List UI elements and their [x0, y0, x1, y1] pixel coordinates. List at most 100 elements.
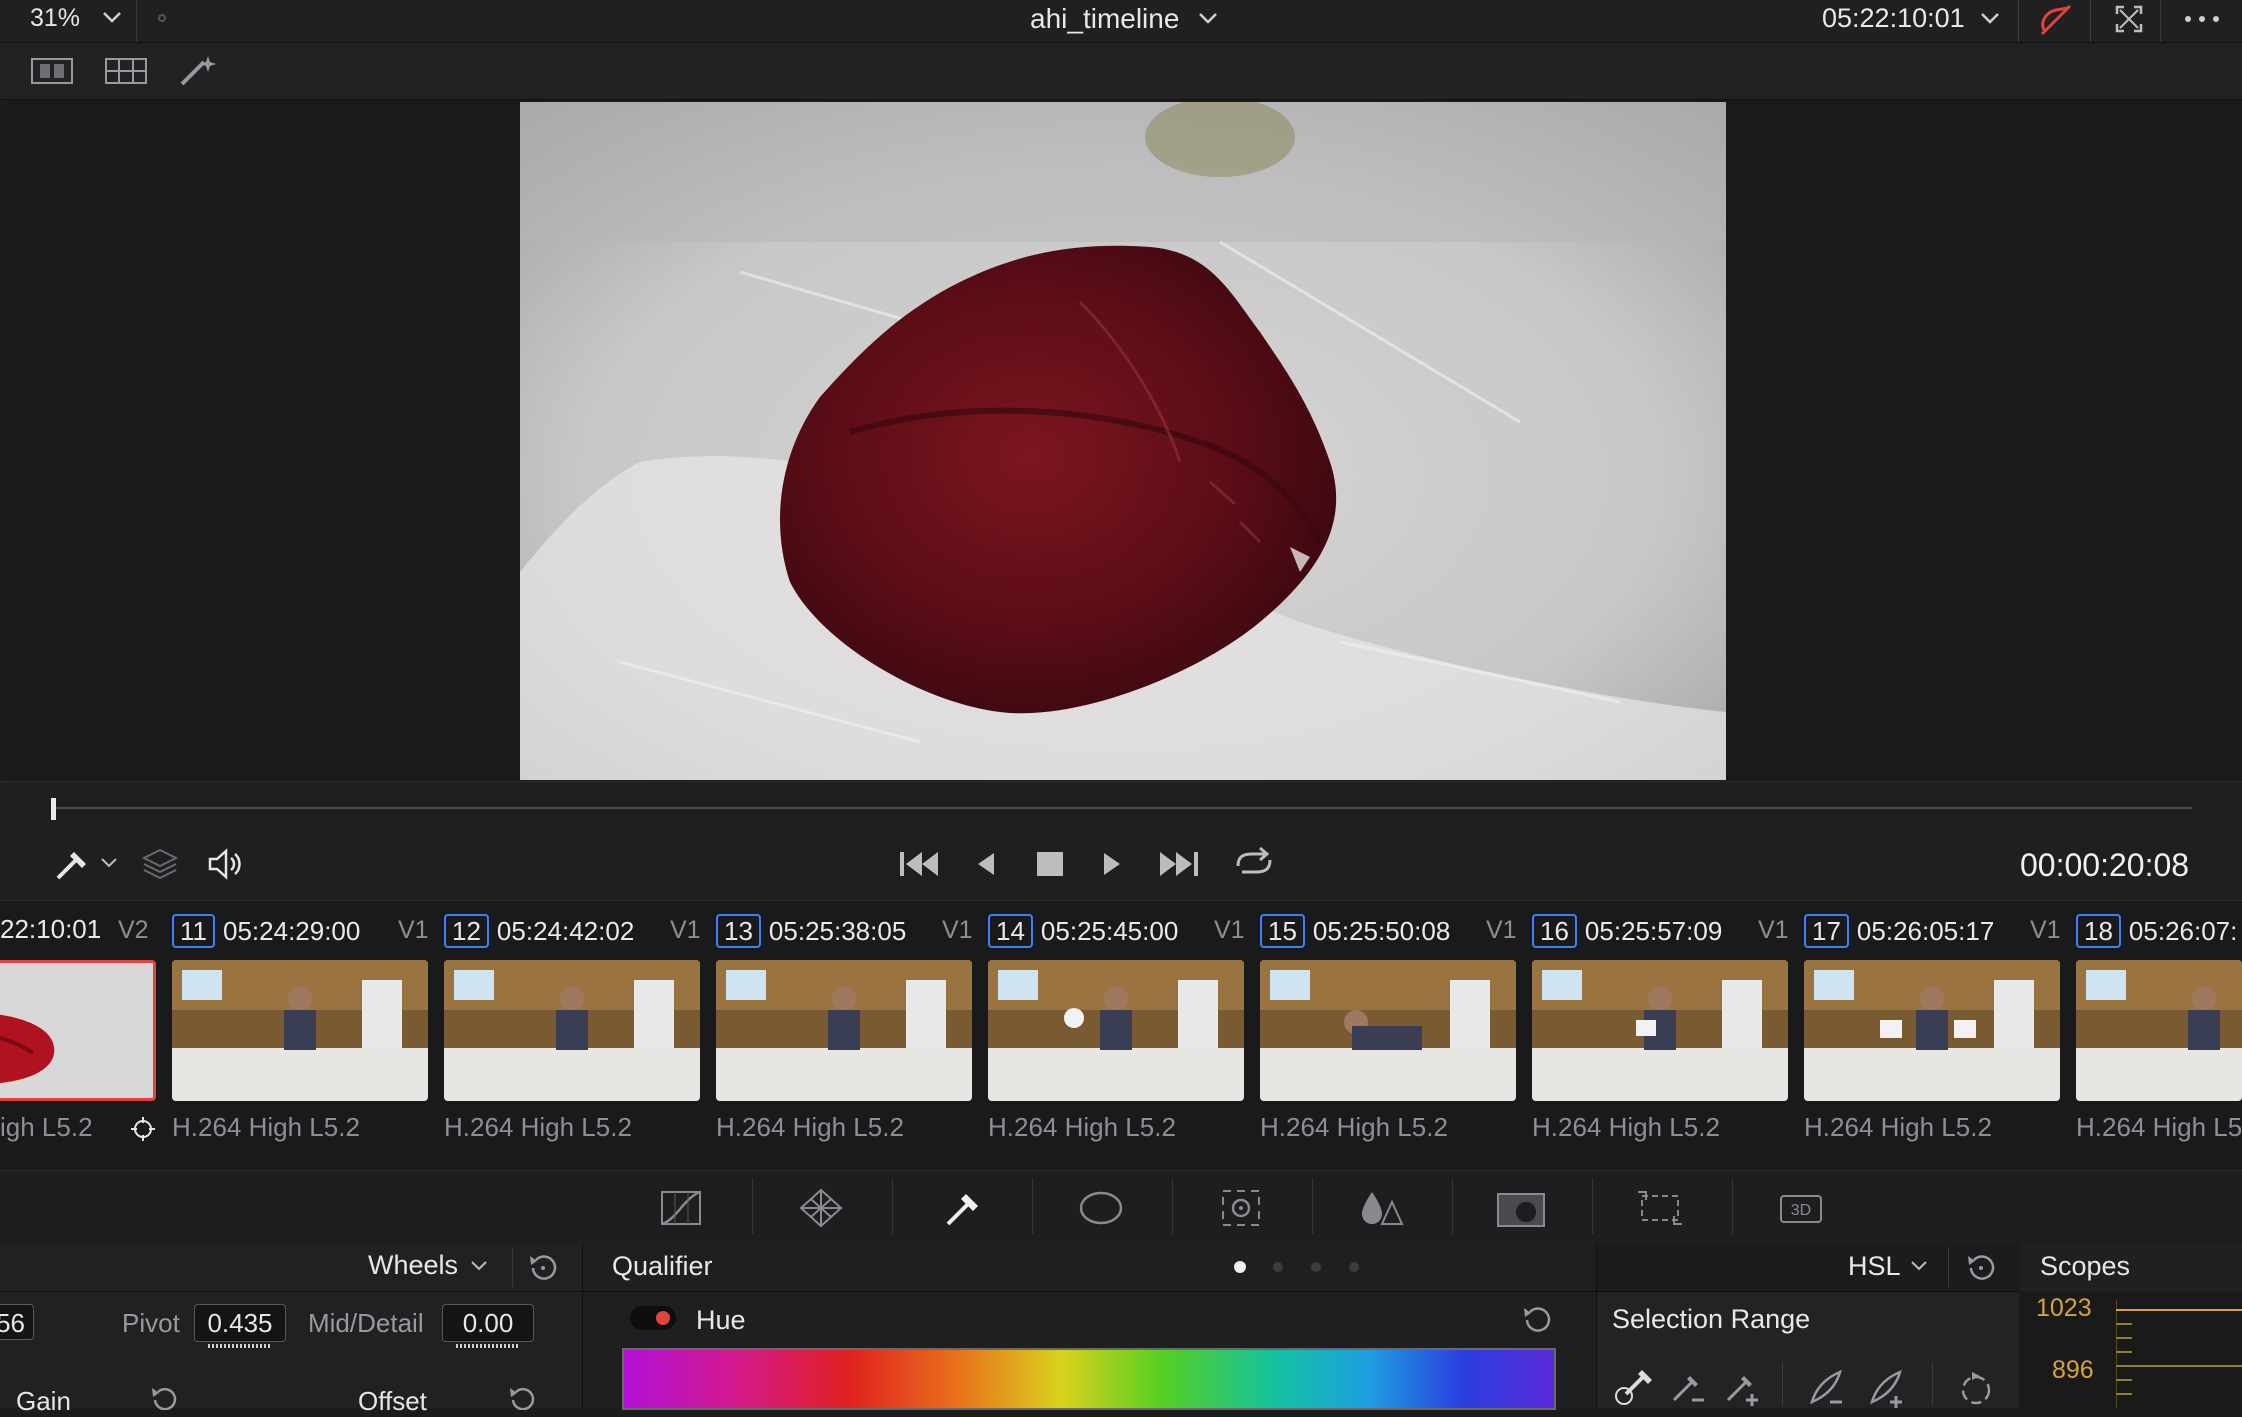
clip-thumbnail[interactable] — [1804, 960, 2060, 1101]
clip-number: 18 — [2076, 914, 2121, 948]
layers-icon[interactable] — [142, 846, 178, 880]
clip-track: V1 — [2030, 916, 2061, 944]
clip-timecode: 22:10:01 — [0, 914, 102, 944]
zoom-level[interactable]: 31% — [30, 4, 80, 33]
divider — [1782, 1362, 1783, 1406]
chevron-down-icon[interactable] — [1910, 1260, 1928, 1272]
clip-codec: H.264 High L5.2 — [172, 1112, 360, 1142]
clip-track: V1 — [398, 916, 429, 944]
tracker-icon[interactable] — [1218, 1188, 1264, 1228]
stop-icon[interactable] — [1036, 851, 1064, 877]
reset-icon[interactable] — [1966, 1252, 1996, 1282]
clip-codec: H.264 High L5.2 — [444, 1112, 632, 1142]
divider — [752, 1178, 753, 1234]
qualifier-eyedropper-icon[interactable] — [940, 1188, 986, 1228]
3d-icon[interactable]: 3D — [1778, 1188, 1824, 1228]
blur-icon[interactable] — [1358, 1188, 1404, 1228]
clip-thumbnail[interactable] — [716, 960, 972, 1101]
partial-value-field[interactable]: 56 — [0, 1304, 34, 1340]
clip-track: V1 — [942, 916, 973, 944]
skip-to-end-icon[interactable] — [1156, 849, 1200, 879]
chevron-down-icon[interactable] — [100, 857, 118, 869]
playhead[interactable] — [51, 798, 56, 820]
scrubber-track[interactable] — [52, 807, 2192, 809]
divider — [2160, 0, 2161, 42]
clip-number: 13 — [716, 914, 761, 948]
loop-icon[interactable] — [1232, 846, 1276, 880]
clip-header[interactable]: 15 05:25:50:08 — [1260, 914, 1450, 950]
clip-codec: H.264 High L5.2 — [716, 1112, 904, 1142]
clip-timecode: 05:25:50:08 — [1312, 916, 1451, 946]
unlink-icon[interactable] — [2036, 2, 2076, 38]
picker-minus-icon[interactable] — [1668, 1366, 1708, 1408]
eyedropper-icon[interactable] — [52, 846, 92, 882]
clip-header[interactable]: 18 05:26:07: — [2076, 914, 2237, 950]
clip-header[interactable]: 12 05:24:42:02 — [444, 914, 634, 950]
clip-thumbnail[interactable] — [1532, 960, 1788, 1101]
clip-header[interactable]: 14 05:25:45:00 — [988, 914, 1178, 950]
qualifier-mode[interactable]: HSL — [1848, 1251, 1901, 1282]
clip-track: V2 — [118, 916, 149, 944]
clip-thumbnail[interactable] — [1260, 960, 1516, 1101]
divider — [1592, 1178, 1593, 1234]
playhead-timecode: 00:00:20:08 — [2020, 847, 2190, 883]
clip-header[interactable]: 16 05:25:57:09 — [1532, 914, 1722, 950]
grid-view-icon[interactable] — [104, 56, 148, 86]
clip-track: V1 — [1486, 916, 1517, 944]
chevron-down-icon[interactable] — [102, 10, 122, 24]
clip-thumbnail[interactable] — [988, 960, 1244, 1101]
play-reverse-icon[interactable] — [974, 851, 998, 877]
more-options-icon[interactable] — [2184, 14, 2220, 24]
color-warper-icon[interactable] — [798, 1188, 844, 1228]
reset-icon[interactable] — [150, 1386, 178, 1410]
picker-icon[interactable] — [1612, 1364, 1656, 1408]
clip-header[interactable]: 13 05:25:38:05 — [716, 914, 906, 950]
scope-graticule — [2116, 1300, 2242, 1408]
clip-header[interactable]: 11 05:24:29:00 — [172, 914, 360, 950]
timecode-display[interactable]: 05:22:10:01 — [1822, 3, 1965, 34]
pivot-field[interactable]: 0.435 — [194, 1304, 286, 1342]
fullscreen-icon[interactable] — [2114, 4, 2144, 34]
chevron-down-icon[interactable] — [470, 1260, 488, 1272]
reset-icon[interactable] — [1522, 1304, 1552, 1334]
invert-icon[interactable] — [1956, 1366, 1996, 1408]
pivot-slider[interactable] — [208, 1344, 270, 1348]
clip-codec: H.264 High L5.2 — [1532, 1112, 1720, 1142]
clip-number: 14 — [988, 914, 1033, 948]
play-icon[interactable] — [1100, 851, 1124, 877]
curves-icon[interactable] — [658, 1188, 704, 1228]
selection-range-label: Selection Range — [1612, 1304, 1811, 1334]
key-icon[interactable] — [1496, 1188, 1545, 1228]
clip-track: V1 — [670, 916, 701, 944]
wheels-mode-label[interactable]: Wheels — [368, 1250, 458, 1281]
crosshair-icon[interactable] — [130, 1116, 156, 1142]
divider — [1312, 1178, 1313, 1234]
chevron-down-icon[interactable] — [1980, 11, 2000, 25]
magic-wand-icon[interactable] — [178, 54, 220, 88]
middetail-field[interactable]: 0.00 — [442, 1304, 534, 1342]
reset-icon[interactable] — [508, 1386, 536, 1410]
timeline-name[interactable]: ahi_timeline — [1030, 3, 1179, 35]
speaker-icon[interactable] — [206, 848, 246, 880]
clip-thumbnail[interactable] — [2076, 960, 2242, 1101]
window-icon[interactable] — [1078, 1188, 1124, 1228]
divider — [1948, 1247, 1949, 1287]
clip-thumbnail-selected[interactable] — [0, 960, 156, 1101]
clip-thumbnail[interactable] — [172, 960, 428, 1101]
sizing-icon[interactable] — [1636, 1188, 1682, 1228]
split-view-icon[interactable] — [30, 56, 74, 86]
chevron-down-icon[interactable] — [1198, 11, 1218, 25]
hue-toggle[interactable] — [630, 1306, 676, 1330]
skip-to-start-icon[interactable] — [898, 849, 942, 879]
scope-tick-label: 896 — [2052, 1356, 2094, 1384]
reset-icon[interactable] — [528, 1252, 558, 1282]
page-indicator[interactable] — [1232, 1260, 1362, 1274]
middetail-slider[interactable] — [456, 1344, 518, 1348]
picker-plus-icon[interactable] — [1722, 1366, 1762, 1408]
clip-header[interactable]: 17 05:26:05:17 — [1804, 914, 1994, 950]
hue-spectrum-bar[interactable] — [622, 1348, 1556, 1410]
clip-thumbnail[interactable] — [444, 960, 700, 1101]
divider — [1032, 1178, 1033, 1234]
feather-plus-icon[interactable] — [1866, 1366, 1906, 1408]
feather-minus-icon[interactable] — [1806, 1366, 1846, 1408]
